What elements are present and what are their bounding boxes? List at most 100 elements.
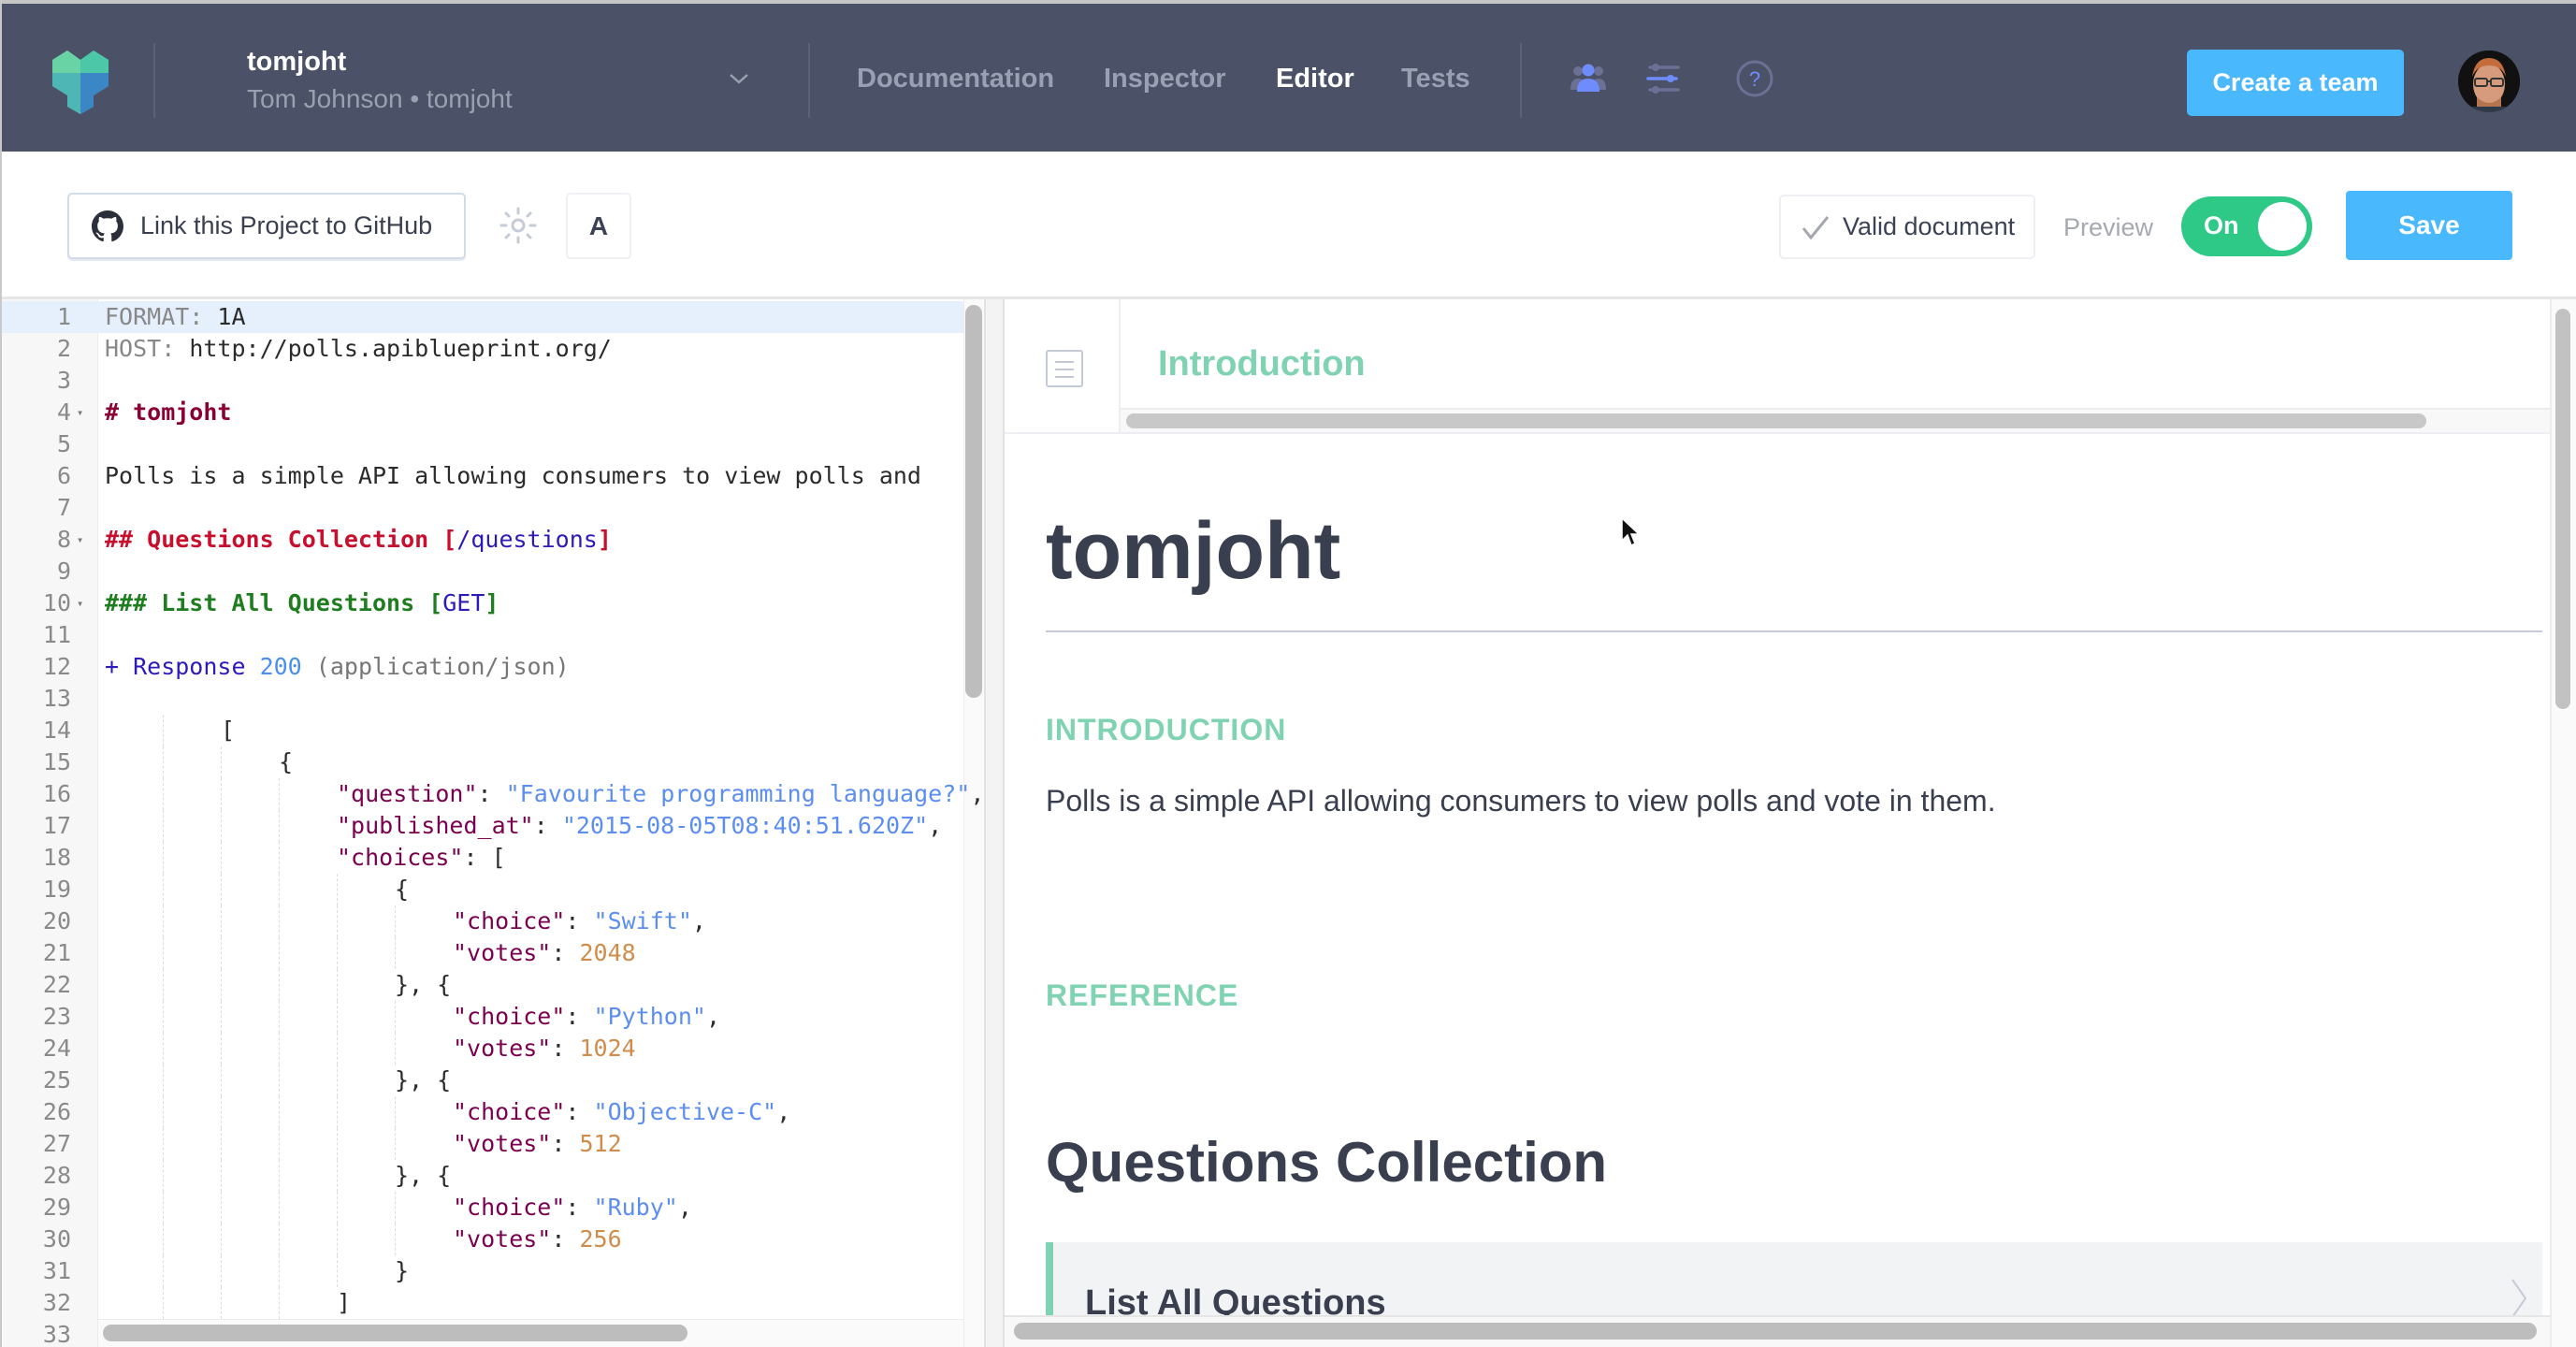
nav-documentation[interactable]: Documentation	[857, 64, 1054, 94]
editor-vertical-scrollbar[interactable]	[965, 305, 982, 698]
chevron-down-icon[interactable]	[728, 67, 750, 90]
nav-editor[interactable]: Editor	[1276, 64, 1354, 94]
editor-line[interactable]: 24 "votes": 1024	[2, 1033, 963, 1065]
code-token: ,	[928, 812, 943, 839]
editor-line[interactable]: 31}	[2, 1255, 963, 1287]
team-icon[interactable]	[1568, 58, 1609, 99]
font-size-button[interactable]: A	[566, 193, 631, 259]
code-token: ]	[485, 589, 499, 616]
valid-document-status[interactable]: Valid document	[1779, 195, 2035, 259]
editor-line[interactable]: 6 Polls is a simple API allowing consumer…	[2, 460, 963, 492]
account-name[interactable]: tomjoht	[247, 47, 346, 78]
editor-line[interactable]: 13	[2, 683, 963, 715]
editor-line[interactable]: 27 "votes": 512	[2, 1128, 963, 1160]
account-subtitle: Tom Johnson • tomjoht	[247, 84, 513, 113]
indent-guide	[221, 969, 222, 1001]
nav-inspector[interactable]: Inspector	[1104, 64, 1226, 94]
code-token: "choice"	[453, 1098, 566, 1125]
indent-guide	[221, 1001, 222, 1033]
editor-line[interactable]: 18 "choices": [	[2, 842, 963, 874]
nav-tests[interactable]: Tests	[1401, 64, 1470, 94]
code-editor[interactable]: 1 FORMAT: 1A 2 HOST: http://polls.apibluepr…	[2, 299, 993, 1347]
breadcrumb-current[interactable]: Introduction	[1158, 344, 1366, 384]
editor-line[interactable]: 9	[2, 556, 963, 587]
table-of-contents-icon[interactable]	[1046, 350, 1083, 387]
code-token: http://polls.apiblueprint.org/	[175, 335, 612, 362]
editor-line[interactable]: 2 HOST: http://polls.apiblueprint.org/	[2, 333, 963, 365]
editor-horizontal-scrollbar[interactable]	[103, 1325, 687, 1341]
indent-guide	[279, 905, 280, 937]
editor-line[interactable]: 26 "choice": "Objective-C",	[2, 1096, 963, 1128]
line-number: 21	[42, 939, 71, 966]
indent-guide	[221, 778, 222, 810]
indent-guide	[279, 1033, 280, 1065]
indent-guide	[279, 842, 280, 874]
editor-line[interactable]: 21 "votes": 2048	[2, 937, 963, 969]
editor-line[interactable]: 7	[2, 492, 963, 524]
breadcrumb-scrollbar[interactable]	[1126, 413, 2426, 428]
indent-guide	[395, 1224, 396, 1255]
sun-icon[interactable]	[499, 206, 538, 245]
editor-line[interactable]: 5	[2, 428, 963, 460]
resource-group-title: Questions Collection	[1046, 1131, 1608, 1194]
link-github-button[interactable]: Link this Project to GitHub	[67, 193, 466, 259]
line-number: 7	[56, 494, 71, 521]
editor-lines[interactable]: 1 FORMAT: 1A 2 HOST: http://polls.apibluepr…	[2, 301, 984, 1347]
code-token: ,	[970, 780, 985, 807]
indent-guide	[337, 1160, 338, 1192]
editor-line[interactable]: 28}, {	[2, 1160, 963, 1192]
editor-line[interactable]: 3	[2, 365, 963, 397]
indent-guide	[221, 905, 222, 937]
editor-line[interactable]: 32]	[2, 1287, 963, 1319]
apiary-logo-icon[interactable]	[45, 45, 116, 116]
indent-guide	[395, 905, 396, 937]
preview-vertical-scrollbar[interactable]	[2555, 309, 2570, 709]
line-number: 1	[56, 303, 71, 330]
code-token: "choice"	[453, 1003, 566, 1030]
help-icon[interactable]: ?	[1734, 58, 1775, 99]
editor-line[interactable]: 17 "published_at": "2015-08-05T08:40:51.6…	[2, 810, 963, 842]
indent-guide	[279, 1192, 280, 1224]
editor-line[interactable]: 29 "choice": "Ruby",	[2, 1192, 963, 1224]
editor-line[interactable]: 23 "choice": "Python",	[2, 1001, 963, 1033]
editor-line[interactable]: 12 + Response 200 (application/json)	[2, 651, 963, 683]
editor-line[interactable]: 19 {	[2, 874, 963, 905]
editor-line[interactable]: 11	[2, 619, 963, 651]
editor-line[interactable]: 4 ▾ # tomjoht	[2, 397, 963, 428]
editor-line[interactable]: 8 ▾ ## Questions Collection [/questions]	[2, 524, 963, 556]
fold-arrow-icon[interactable]: ▾	[77, 397, 83, 428]
create-team-button[interactable]: Create a team	[2187, 50, 2404, 116]
code-token: [	[221, 717, 236, 744]
editor-line[interactable]: 30 "votes": 256	[2, 1224, 963, 1255]
code-token: }	[395, 1257, 410, 1284]
editor-line[interactable]: 1 FORMAT: 1A	[2, 301, 963, 333]
code-text: "published_at": "2015-08-05T08:40:51.620…	[337, 810, 942, 842]
preview-horizontal-scrollbar[interactable]	[1014, 1323, 2537, 1340]
indent-guide	[279, 1255, 280, 1287]
preview-toggle[interactable]: On	[2181, 196, 2312, 256]
indent-guide	[221, 1287, 222, 1319]
code-token: ## Questions Collection	[105, 526, 443, 553]
sliders-icon[interactable]	[1643, 58, 1684, 99]
editor-line[interactable]: 20 "choice": "Swift",	[2, 905, 963, 937]
code-token: ]	[597, 526, 612, 553]
indent-guide	[163, 1033, 164, 1065]
editor-line[interactable]: 14 [	[2, 715, 963, 746]
code-text: "choice": "Python",	[453, 1001, 720, 1033]
save-button[interactable]: Save	[2346, 191, 2512, 260]
fold-arrow-icon[interactable]: ▾	[77, 524, 83, 556]
line-number: 15	[42, 748, 71, 775]
editor-line[interactable]: 10 ▾ ### List All Questions [GET]	[2, 587, 963, 619]
code-token: "Objective-C"	[593, 1098, 777, 1125]
code-token: GET	[442, 589, 485, 616]
indent-guide	[337, 1065, 338, 1096]
editor-line[interactable]: 22}, {	[2, 969, 963, 1001]
pane-splitter[interactable]	[984, 299, 1005, 1347]
editor-line[interactable]: 25}, {	[2, 1065, 963, 1096]
fold-arrow-icon[interactable]: ▾	[77, 587, 83, 619]
user-avatar[interactable]	[2458, 51, 2520, 112]
editor-line[interactable]: 16 "question": "Favourite programming lan…	[2, 778, 984, 810]
code-text: FORMAT: 1A	[105, 301, 246, 333]
code-token: :	[533, 812, 562, 839]
editor-line[interactable]: 15 {	[2, 746, 963, 778]
